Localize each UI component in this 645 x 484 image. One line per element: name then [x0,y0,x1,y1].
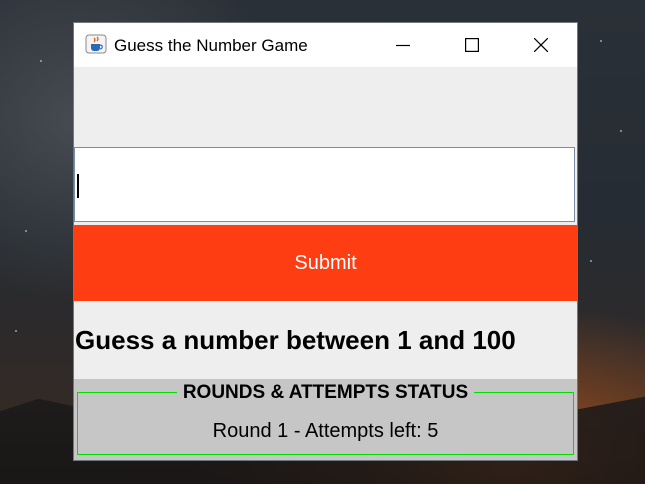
app-window: Guess the Number Game Submit Guess a num… [74,23,577,460]
minimize-icon [396,44,410,47]
instruction-label: Guess a number between 1 and 100 [75,325,516,355]
star [620,130,622,132]
minimize-button[interactable] [380,23,426,67]
text-caret [77,174,79,198]
guess-input[interactable] [74,147,575,222]
window-title: Guess the Number Game [114,36,308,55]
close-button[interactable] [518,23,564,67]
status-text: Round 1 - Attempts left: 5 [212,420,439,442]
star [590,260,592,262]
maximize-icon [465,38,479,52]
title-bar[interactable]: Guess the Number Game [74,23,577,67]
maximize-button[interactable] [449,23,495,67]
status-panel: ROUNDS & ATTEMPTS STATUS Round 1 - Attem… [74,379,577,460]
submit-button[interactable]: Submit [74,225,577,301]
status-title-text: ROUNDS & ATTEMPTS STATUS [176,382,475,403]
star [600,40,602,42]
java-cup-icon [85,34,107,54]
status-panel-title: ROUNDS & ATTEMPTS STATUS [74,382,577,404]
star [15,330,17,332]
close-icon [534,38,548,52]
star [40,60,42,62]
star [25,230,27,232]
